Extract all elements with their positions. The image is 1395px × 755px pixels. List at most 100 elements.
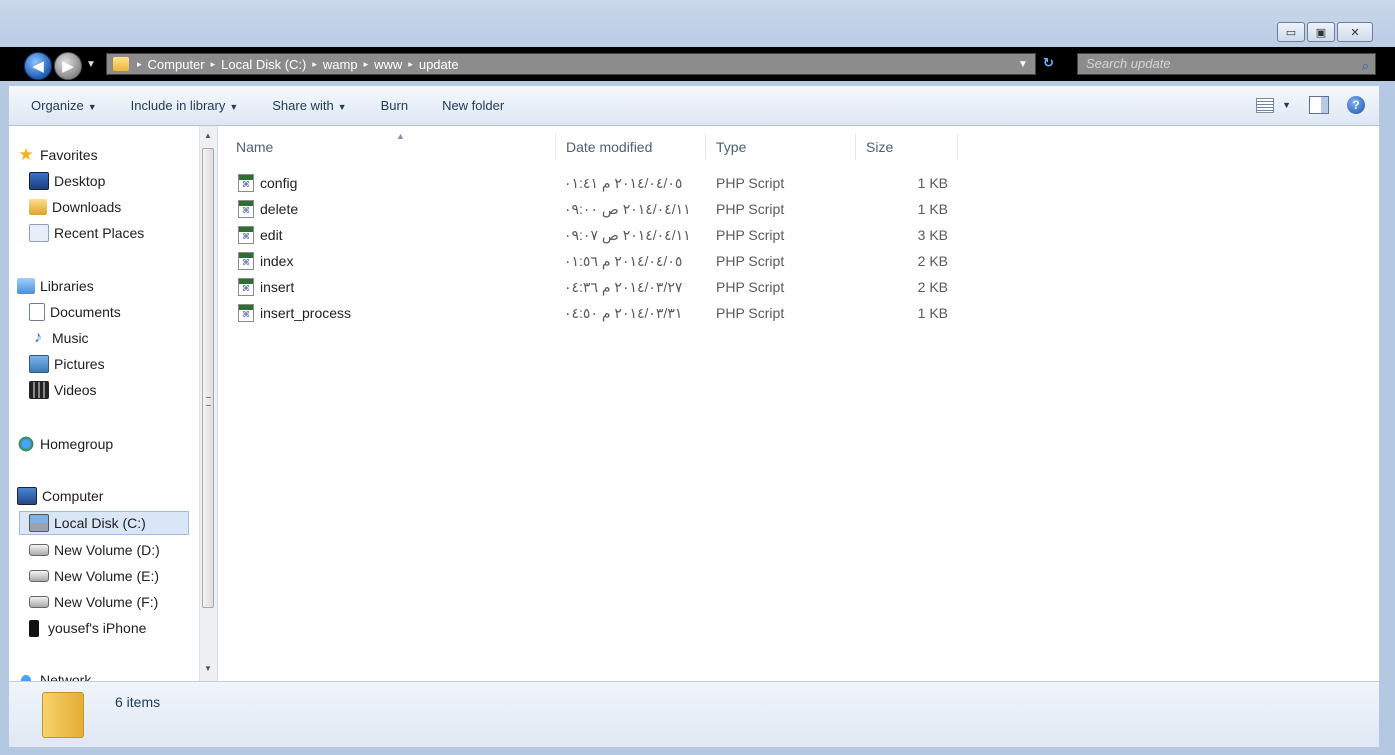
scroll-down-icon[interactable]: ▼ <box>204 664 212 673</box>
file-date: ٢٠١٤/٠٣/٣١ م ٠٤:٥٠ <box>564 304 683 321</box>
nav-local-disk-c[interactable]: Local Disk (C:) <box>19 511 189 535</box>
network-icon <box>17 672 35 681</box>
nav-pictures[interactable]: Pictures <box>29 352 105 376</box>
share-with-menu[interactable]: Share with ▼ <box>272 98 346 113</box>
drive-icon <box>29 596 49 608</box>
breadcrumb-separator[interactable]: ▸ <box>312 59 317 70</box>
include-in-library-menu[interactable]: Include in library ▼ <box>131 98 239 113</box>
address-row: ◀ ▶ ▼ ▸ Computer ▸ Local Disk (C:) ▸ wam… <box>0 47 1395 81</box>
recent-pages-dropdown-icon[interactable]: ▼ <box>86 59 96 70</box>
new-folder-button[interactable]: New folder <box>442 98 504 113</box>
breadcrumb-www[interactable]: www <box>374 57 402 72</box>
nav-new-volume-e[interactable]: New Volume (E:) <box>29 564 159 588</box>
nav-label: Videos <box>54 382 97 398</box>
scroll-up-icon[interactable]: ▲ <box>204 131 212 140</box>
breadcrumb-separator[interactable]: ▸ <box>211 59 216 70</box>
chevron-down-icon: ▼ <box>1282 100 1291 110</box>
file-name-cell: config <box>238 170 297 196</box>
local-disk-icon <box>29 514 49 532</box>
breadcrumb-wamp[interactable]: wamp <box>323 57 358 72</box>
file-type: PHP Script <box>716 201 785 217</box>
grip-icon <box>206 397 211 406</box>
nav-libraries[interactable]: Libraries <box>17 274 94 298</box>
breadcrumb-computer[interactable]: Computer <box>148 57 205 72</box>
breadcrumb-separator[interactable]: ▸ <box>137 59 142 70</box>
column-header-type[interactable]: Type <box>706 134 856 160</box>
nav-videos[interactable]: Videos <box>29 378 97 402</box>
nav-label: Recent Places <box>54 225 145 241</box>
nav-new-volume-f[interactable]: New Volume (F:) <box>29 590 158 614</box>
file-date: ٢٠١٤/٠٤/٠٥ م ٠١:٤١ <box>564 174 683 191</box>
command-bar: Organize ▼ Include in library ▼ Share with… <box>9 86 1379 126</box>
nav-network[interactable]: Network <box>17 668 91 681</box>
table-row[interactable]: edit ٢٠١٤/٠٤/١١ ص ٠٩:٠٧ PHP Script 3 KB <box>218 222 958 248</box>
column-label: Type <box>716 139 747 155</box>
minimize-button[interactable]: ▭ <box>1277 22 1305 42</box>
nav-label: New Volume (D:) <box>54 542 160 558</box>
file-size: 1 KB <box>917 201 948 217</box>
organize-menu[interactable]: Organize ▼ <box>31 98 97 113</box>
search-input[interactable]: Search update ⌕ <box>1077 53 1376 75</box>
toolbar-right: ▼ ? <box>1256 96 1365 114</box>
column-header-name[interactable]: Name ▲ <box>226 131 556 160</box>
address-dropdown-icon[interactable]: ▼ <box>1018 59 1028 70</box>
close-button[interactable]: ✕ <box>1337 22 1373 42</box>
file-type: PHP Script <box>716 175 785 191</box>
search-icon[interactable]: ⌕ <box>1362 56 1369 76</box>
maximize-button[interactable]: ▣ <box>1307 22 1335 42</box>
change-view-button[interactable]: ▼ <box>1256 97 1291 113</box>
column-header-date-modified[interactable]: Date modified <box>556 134 706 160</box>
nav-downloads[interactable]: Downloads <box>29 195 121 219</box>
column-label: Date modified <box>566 139 653 155</box>
nav-label: Computer <box>42 488 104 504</box>
nav-homegroup[interactable]: Homegroup <box>17 432 113 456</box>
file-type: PHP Script <box>716 227 785 243</box>
scrollbar-thumb[interactable] <box>202 148 214 608</box>
file-date: ٢٠١٤/٠٤/٠٥ م ٠١:٥٦ <box>564 252 683 269</box>
table-row[interactable]: config ٢٠١٤/٠٤/٠٥ م ٠١:٤١ PHP Script 1 K… <box>218 170 958 196</box>
file-size: 1 KB <box>917 305 948 321</box>
file-list: Name ▲ Date modified Type Size config ٢٠… <box>218 126 1379 681</box>
share-with-label: Share with <box>272 98 334 113</box>
desktop-icon <box>29 172 49 190</box>
nav-recent-places[interactable]: Recent Places <box>29 221 144 245</box>
php-file-icon <box>238 278 254 296</box>
table-row[interactable]: index ٢٠١٤/٠٤/٠٥ م ٠١:٥٦ PHP Script 2 KB <box>218 248 958 274</box>
nav-computer[interactable]: Computer <box>17 484 103 508</box>
nav-music[interactable]: ♪ Music <box>29 326 89 350</box>
file-type: PHP Script <box>716 253 785 269</box>
chevron-down-icon: ▼ <box>87 102 97 112</box>
breadcrumb-update[interactable]: update <box>419 57 459 72</box>
nav-label: Desktop <box>54 173 106 189</box>
burn-button[interactable]: Burn <box>381 98 408 113</box>
nav-new-volume-d[interactable]: New Volume (D:) <box>29 538 160 562</box>
nav-label: Favorites <box>40 147 98 163</box>
table-row[interactable]: delete ٢٠١٤/٠٤/١١ ص ٠٩:٠٠ PHP Script 1 K… <box>218 196 958 222</box>
organize-label: Organize <box>31 98 84 113</box>
file-name-cell: insert <box>238 274 294 300</box>
back-button[interactable]: ◀ <box>24 52 52 80</box>
php-file-icon <box>238 252 254 270</box>
chevron-down-icon: ▼ <box>229 102 239 112</box>
nav-desktop[interactable]: Desktop <box>29 169 105 193</box>
videos-icon <box>29 381 49 399</box>
search-placeholder: Search update <box>1086 56 1171 71</box>
preview-pane-icon[interactable] <box>1309 96 1329 114</box>
nav-scrollbar[interactable]: ▲ ▼ <box>199 126 217 681</box>
nav-favorites[interactable]: ★ Favorites <box>17 143 98 167</box>
table-row[interactable]: insert_process ٢٠١٤/٠٣/٣١ م ٠٤:٥٠ PHP Sc… <box>218 300 958 326</box>
file-name: edit <box>260 227 283 243</box>
address-bar[interactable]: ▸ Computer ▸ Local Disk (C:) ▸ wamp ▸ ww… <box>106 53 1036 75</box>
breadcrumb-local-disk[interactable]: Local Disk (C:) <box>221 57 306 72</box>
breadcrumb-separator[interactable]: ▸ <box>364 59 369 70</box>
documents-icon <box>29 303 45 321</box>
forward-button[interactable]: ▶ <box>54 52 82 80</box>
help-icon[interactable]: ? <box>1347 96 1365 114</box>
nav-iphone[interactable]: yousef's iPhone <box>29 616 146 640</box>
file-size: 2 KB <box>917 253 948 269</box>
refresh-icon[interactable]: ↻ <box>1043 55 1063 73</box>
breadcrumb-separator[interactable]: ▸ <box>408 59 413 70</box>
nav-documents[interactable]: Documents <box>29 300 121 324</box>
table-row[interactable]: insert ٢٠١٤/٠٣/٢٧ م ٠٤:٣٦ PHP Script 2 K… <box>218 274 958 300</box>
column-header-size[interactable]: Size <box>856 134 958 160</box>
